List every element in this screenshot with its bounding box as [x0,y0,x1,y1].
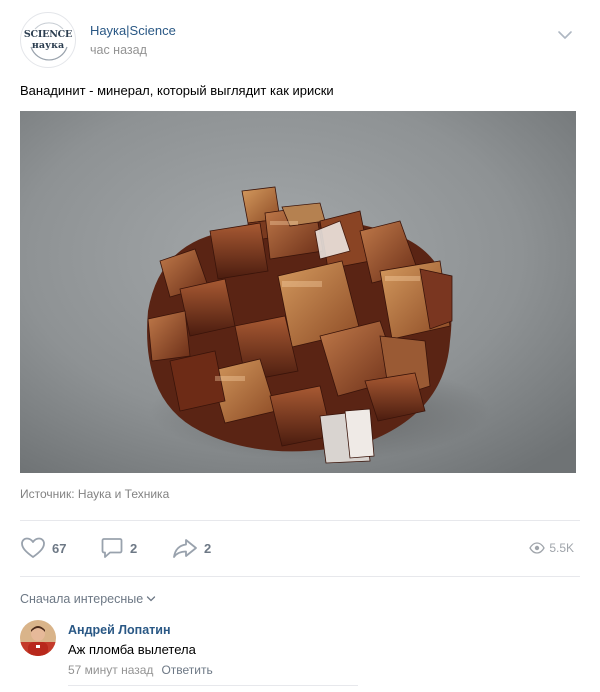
comment-time[interactable]: 57 минут назад [68,663,153,677]
comment-icon [101,538,123,558]
likes-count: 67 [52,540,67,556]
post-header: SCIENCE наука Наука|Science час назад [20,12,580,72]
shares-count: 2 [204,540,212,556]
chevron-down-icon[interactable] [556,26,574,44]
comment-button[interactable]: 2 [100,535,137,561]
comment-text: Аж пломба вылетела [68,642,196,657]
like-button[interactable]: 67 [20,535,66,561]
post-photo[interactable] [20,111,576,473]
commenter-avatar[interactable] [20,620,56,656]
eye-icon [529,542,546,554]
mineral-image [20,111,576,473]
comment-item: Андрей Лопатин Аж пломба вылетела 57 мин… [20,620,580,680]
comment-author[interactable]: Андрей Лопатин [68,623,171,637]
comment-divider [68,685,358,686]
user-photo-icon [20,620,56,656]
heart-icon [21,537,45,558]
share-button[interactable]: 2 [172,535,211,561]
group-name-link[interactable]: Наука|Science [90,23,176,38]
reply-button[interactable]: Ответить [161,663,212,677]
post-text: Ванадинит - минерал, который выглядит ка… [20,83,334,98]
logo-ring-icon [30,22,68,61]
views-counter: 5.5K [529,535,574,561]
post-divider [20,520,580,521]
comments-count: 2 [130,540,138,556]
actions-divider [20,576,580,577]
comments-sort-dropdown[interactable]: Сначала интересные [20,592,156,606]
post-actions: 67 2 2 5.5K [20,535,580,563]
group-avatar[interactable]: SCIENCE наука [20,12,76,68]
share-icon [173,539,197,558]
comment-meta: 57 минут назад Ответить [68,663,213,677]
post-source[interactable]: Источник: Наука и Техника [20,487,169,501]
chevron-down-icon [147,596,156,602]
views-count: 5.5K [549,541,574,555]
sort-label: Сначала интересные [20,592,144,606]
post-time[interactable]: час назад [90,43,147,57]
